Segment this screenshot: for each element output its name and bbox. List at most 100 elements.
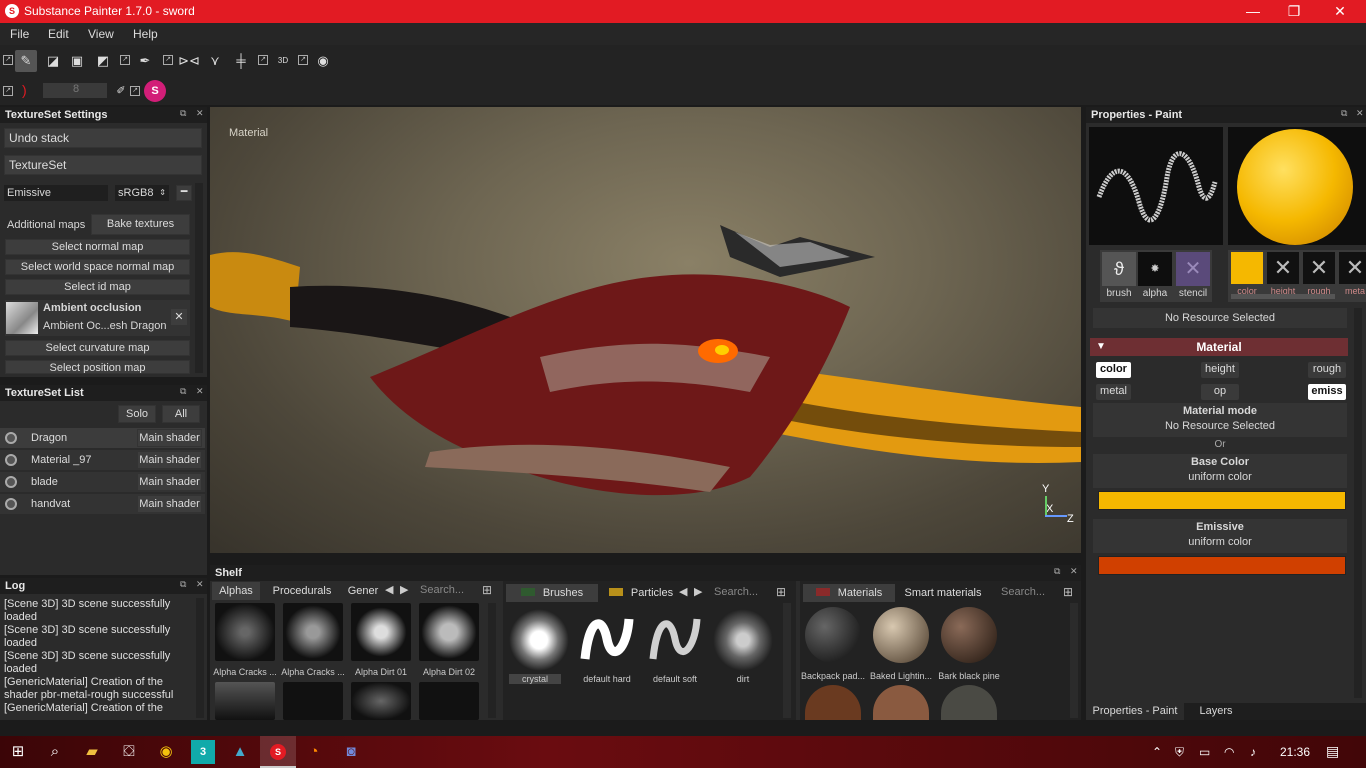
shader-button[interactable]: Main shader xyxy=(137,473,202,491)
external-icon[interactable]: ↗ xyxy=(298,55,308,65)
brush-thumbnail[interactable] xyxy=(713,609,773,671)
scrollbar[interactable] xyxy=(783,603,791,718)
height-channel-slot[interactable]: ✕ xyxy=(1267,252,1299,284)
textureset-row[interactable]: handvat Main shader xyxy=(0,494,205,514)
float-icon[interactable]: ⧉ xyxy=(1054,566,1060,577)
tab-materials[interactable]: Materials xyxy=(803,584,895,602)
windows-start-icon[interactable]: ⊞ xyxy=(6,740,30,764)
tab-next-icon[interactable]: ▶ xyxy=(400,583,408,596)
alpha-slot[interactable]: ✸ xyxy=(1138,252,1172,286)
tab-properties-paint[interactable]: Properties - Paint xyxy=(1086,703,1184,720)
menu-view[interactable]: View xyxy=(88,27,114,41)
channel-select[interactable]: Emissive xyxy=(4,185,108,201)
close-panel-icon[interactable]: ✕ xyxy=(1356,108,1364,119)
float-icon[interactable]: ⧉ xyxy=(1341,108,1347,119)
3d-viewport[interactable]: Material Y X Z xyxy=(210,107,1081,553)
ambient-occlusion-slot[interactable]: Ambient occlusion Ambient Oc...esh Drago… xyxy=(5,300,190,336)
textureset-row[interactable]: blade Main shader xyxy=(0,472,205,492)
shader-button[interactable]: Main shader xyxy=(137,495,202,513)
external-icon[interactable]: ↗ xyxy=(120,55,130,65)
alpha-thumbnail[interactable] xyxy=(283,682,343,720)
textureset-button[interactable]: TextureSet xyxy=(4,155,202,175)
battery-icon[interactable]: ▭ xyxy=(1199,745,1210,759)
external-icon[interactable]: ↗ xyxy=(3,86,13,96)
textureset-row[interactable]: Dragon Main shader xyxy=(0,428,205,448)
brush-thumbnail[interactable] xyxy=(645,609,705,671)
solo-button[interactable]: Solo xyxy=(118,405,156,423)
material-mode-section[interactable]: Material mode No Resource Selected xyxy=(1093,403,1347,437)
format-select[interactable]: sRGB8 ⇕ xyxy=(115,185,169,201)
no-resource-label[interactable]: No Resource Selected xyxy=(1093,308,1347,328)
brush-slot[interactable]: ϑ xyxy=(1102,252,1136,286)
tab-generators[interactable]: Gener xyxy=(344,582,382,600)
chip-color[interactable]: color xyxy=(1096,362,1131,378)
pen-pressure-icon[interactable]: ✐ xyxy=(110,80,132,102)
external-icon[interactable]: ↗ xyxy=(163,55,173,65)
external-icon[interactable]: ↗ xyxy=(130,86,140,96)
substance-logo-icon[interactable]: S xyxy=(144,80,166,102)
shader-button[interactable]: Main shader xyxy=(137,451,202,469)
all-button[interactable]: All xyxy=(162,405,200,423)
chip-height[interactable]: height xyxy=(1201,362,1239,378)
material-sphere[interactable] xyxy=(873,607,929,663)
tab-smart-materials[interactable]: Smart materials xyxy=(900,584,986,602)
remove-channel-button[interactable]: ━ xyxy=(176,185,192,201)
chip-op[interactable]: op xyxy=(1201,384,1239,400)
materials-search-input[interactable]: Search... xyxy=(998,586,1056,602)
menu-help[interactable]: Help xyxy=(133,27,158,41)
brushes-search-input[interactable]: Search... xyxy=(711,586,769,602)
chip-emiss[interactable]: emiss xyxy=(1308,384,1346,400)
visibility-icon[interactable] xyxy=(5,454,17,466)
horizontal-scrollbar[interactable] xyxy=(1231,294,1335,299)
close-panel-icon[interactable]: ✕ xyxy=(1070,566,1078,577)
app-3-icon[interactable]: 3 xyxy=(191,740,215,764)
tab-procedurals[interactable]: Procedurals xyxy=(266,582,338,600)
close-panel-icon[interactable]: ✕ xyxy=(196,579,204,590)
projection-icon[interactable]: ▣ xyxy=(66,50,88,72)
scrollbar[interactable] xyxy=(1354,308,1362,698)
visibility-icon[interactable] xyxy=(5,476,17,488)
textureset-row[interactable]: Material _97 Main shader xyxy=(0,450,205,470)
alpha-thumbnail[interactable] xyxy=(351,603,411,661)
alpha-thumbnail[interactable] xyxy=(419,682,479,720)
tab-prev-icon[interactable]: ◀ xyxy=(679,585,687,598)
visibility-icon[interactable] xyxy=(5,432,17,444)
store-icon[interactable]: ⛋ xyxy=(117,740,141,764)
visibility-icon[interactable] xyxy=(5,498,17,510)
photos-icon[interactable]: ▲ xyxy=(228,740,252,764)
select-position-map-button[interactable]: Select position map xyxy=(5,360,190,374)
blender-icon[interactable]: ◔ xyxy=(302,740,326,764)
discord-icon[interactable]: ◙ xyxy=(339,740,363,764)
external-icon[interactable]: ↗ xyxy=(3,55,13,65)
material-sphere[interactable] xyxy=(805,607,861,663)
tray-expand-icon[interactable]: ⌃ xyxy=(1152,745,1162,759)
alpha-thumbnail[interactable] xyxy=(283,603,343,661)
tab-prev-icon[interactable]: ◀ xyxy=(385,583,393,596)
scrollbar[interactable] xyxy=(195,183,203,373)
select-id-map-button[interactable]: Select id map xyxy=(5,279,190,295)
rough-channel-slot[interactable]: ✕ xyxy=(1303,252,1335,284)
color-picker-icon[interactable]: ✒ xyxy=(134,50,156,72)
view-3d-icon[interactable]: 3D xyxy=(272,50,294,72)
emissive-color-swatch[interactable] xyxy=(1098,556,1346,575)
restore-button[interactable]: ❐ xyxy=(1274,2,1314,20)
material-sphere[interactable] xyxy=(941,607,997,663)
scrollbar[interactable] xyxy=(196,598,204,718)
external-icon[interactable]: ↗ xyxy=(258,55,268,65)
brush-thumbnail[interactable] xyxy=(509,609,569,671)
clock[interactable]: 21:36 xyxy=(1280,745,1310,759)
select-world-normal-map-button[interactable]: Select world space normal map xyxy=(5,259,190,275)
close-panel-icon[interactable]: ✕ xyxy=(196,386,204,397)
brush-thumbnail[interactable] xyxy=(577,609,637,671)
file-explorer-icon[interactable]: ▰ xyxy=(80,740,104,764)
wifi-icon[interactable]: ◠ xyxy=(1224,745,1234,759)
alpha-thumbnail[interactable] xyxy=(215,682,275,720)
alpha-thumbnail[interactable] xyxy=(215,603,275,661)
metal-channel-slot[interactable]: ✕ xyxy=(1339,252,1366,284)
tab-particles[interactable]: Particles xyxy=(606,584,676,602)
size-slider[interactable]: 8 xyxy=(43,83,107,98)
grid-view-icon[interactable]: ⊞ xyxy=(776,585,786,599)
alpha-thumbnail[interactable] xyxy=(351,682,411,720)
menu-file[interactable]: File xyxy=(10,27,29,41)
camera-icon[interactable]: ◉ xyxy=(312,50,334,72)
